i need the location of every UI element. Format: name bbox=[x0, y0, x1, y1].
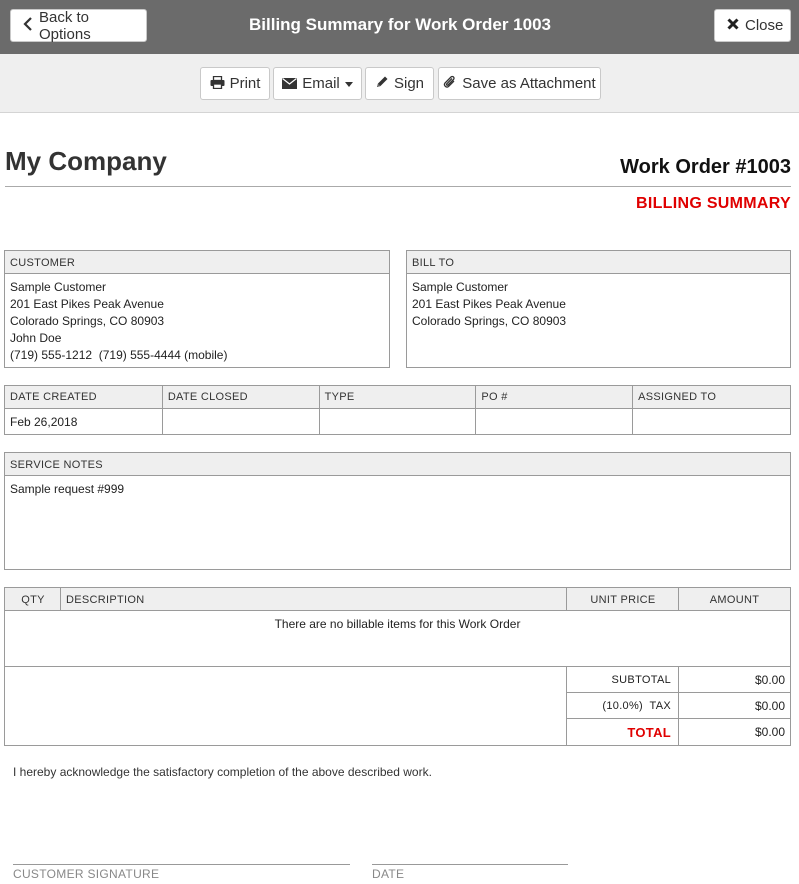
company-name: My Company bbox=[5, 146, 167, 176]
x-icon bbox=[727, 17, 739, 34]
totals-row-divider bbox=[566, 718, 790, 719]
no-items-message: There are no billable items for this Wor… bbox=[274, 617, 521, 631]
customer-contact-name: John Doe bbox=[10, 331, 62, 345]
service-notes-text: Sample request #999 bbox=[10, 482, 125, 496]
bill-to-box: BILL TO Sample Customer 201 East Pikes P… bbox=[406, 250, 791, 368]
work-order-number: Work Order #1003 bbox=[620, 156, 791, 178]
document-type-label: BILLING SUMMARY bbox=[635, 195, 791, 212]
subtotal-label: SUBTOTAL bbox=[611, 674, 671, 686]
bill-to-city-line: Colorado Springs, CO 80903 bbox=[412, 314, 567, 328]
unit-price-header: UNIT PRICE bbox=[590, 594, 656, 606]
service-notes-box: SERVICE NOTES Sample request #999 bbox=[4, 452, 791, 570]
back-to-options-button[interactable]: Back to Options bbox=[10, 8, 147, 43]
row-divider bbox=[5, 666, 790, 667]
sign-button[interactable]: Sign bbox=[365, 67, 434, 100]
save-as-attachment-button[interactable]: Save as Attachment bbox=[438, 67, 601, 100]
tax-value: $0.00 bbox=[754, 699, 785, 713]
print-button[interactable]: Print bbox=[200, 67, 270, 100]
pencil-icon bbox=[375, 75, 389, 92]
date-closed-header: DATE CLOSED bbox=[161, 385, 320, 409]
bill-to-address-line: 201 East Pikes Peak Avenue bbox=[412, 297, 566, 311]
totals-row-divider bbox=[566, 692, 790, 693]
date-closed-value bbox=[161, 408, 320, 435]
column-divider bbox=[566, 588, 567, 611]
total-value: $0.00 bbox=[754, 725, 785, 739]
po-number-header: PO # bbox=[475, 385, 634, 409]
assigned-to-value bbox=[632, 408, 791, 435]
email-button-label: Email bbox=[302, 75, 340, 92]
items-header-row: QTY DESCRIPTION UNIT PRICE AMOUNT bbox=[5, 588, 790, 611]
bill-to-name: Sample Customer bbox=[412, 280, 509, 294]
bill-to-header: BILL TO bbox=[407, 251, 790, 274]
po-number-value bbox=[475, 408, 634, 435]
acknowledgement-text: I hereby acknowledge the satisfactory co… bbox=[13, 765, 432, 779]
envelope-icon bbox=[282, 76, 298, 92]
date-created-header: DATE CREATED bbox=[4, 385, 163, 409]
sign-button-label: Sign bbox=[393, 75, 425, 92]
column-divider bbox=[60, 588, 61, 611]
title-bar: Back to Options Billing Summary for Work… bbox=[0, 0, 799, 54]
close-button[interactable]: Close bbox=[714, 9, 791, 42]
work-order-info-table: DATE CREATED DATE CLOSED TYPE PO # ASSIG… bbox=[4, 385, 791, 435]
header-divider bbox=[5, 186, 791, 187]
action-toolbar: Print Email Sign Save as Attachment bbox=[0, 54, 799, 113]
save-as-attachment-label: Save as Attachment bbox=[462, 75, 596, 92]
customer-phones: (719) 555-1212 (719) 555-4444 (mobile) bbox=[10, 348, 228, 362]
customer-signature-label: CUSTOMER SIGNATURE bbox=[13, 867, 160, 881]
back-button-label: Back to Options bbox=[39, 8, 91, 43]
email-dropdown-button[interactable]: Email bbox=[273, 67, 362, 100]
date-created-value: Feb 26,2018 bbox=[4, 408, 163, 435]
type-header: TYPE bbox=[318, 385, 477, 409]
chevron-down-icon bbox=[344, 82, 353, 87]
bill-to-details: Sample Customer 201 East Pikes Peak Aven… bbox=[407, 274, 790, 335]
printer-icon bbox=[210, 75, 225, 92]
customer-name: Sample Customer bbox=[10, 280, 107, 294]
date-line[interactable] bbox=[372, 864, 568, 865]
customer-header: CUSTOMER bbox=[5, 251, 389, 274]
customer-signature-line[interactable] bbox=[13, 864, 350, 865]
tax-label: (10.0%) TAX bbox=[602, 700, 671, 712]
description-header: DESCRIPTION bbox=[66, 594, 145, 606]
paperclip-icon bbox=[443, 75, 457, 93]
total-label: TOTAL bbox=[627, 725, 671, 740]
assigned-to-header: ASSIGNED TO bbox=[632, 385, 791, 409]
amount-header: AMOUNT bbox=[709, 594, 760, 606]
column-divider bbox=[678, 588, 679, 611]
customer-address-line: 201 East Pikes Peak Avenue bbox=[10, 297, 164, 311]
subtotal-value: $0.00 bbox=[754, 673, 785, 687]
type-value bbox=[318, 408, 477, 435]
customer-details: Sample Customer 201 East Pikes Peak Aven… bbox=[5, 274, 389, 369]
chevron-left-icon bbox=[23, 16, 33, 35]
qty-header: QTY bbox=[21, 594, 45, 606]
page-title: Billing Summary for Work Order 1003 bbox=[249, 15, 551, 34]
customer-box: CUSTOMER Sample Customer 201 East Pikes … bbox=[4, 250, 390, 368]
service-notes-header: SERVICE NOTES bbox=[5, 453, 790, 476]
billable-items-table: QTY DESCRIPTION UNIT PRICE AMOUNT There … bbox=[4, 587, 791, 746]
date-label: DATE bbox=[372, 867, 405, 881]
customer-city-line: Colorado Springs, CO 80903 bbox=[10, 314, 165, 328]
close-button-label: Close bbox=[745, 17, 784, 34]
print-button-label: Print bbox=[229, 75, 261, 92]
